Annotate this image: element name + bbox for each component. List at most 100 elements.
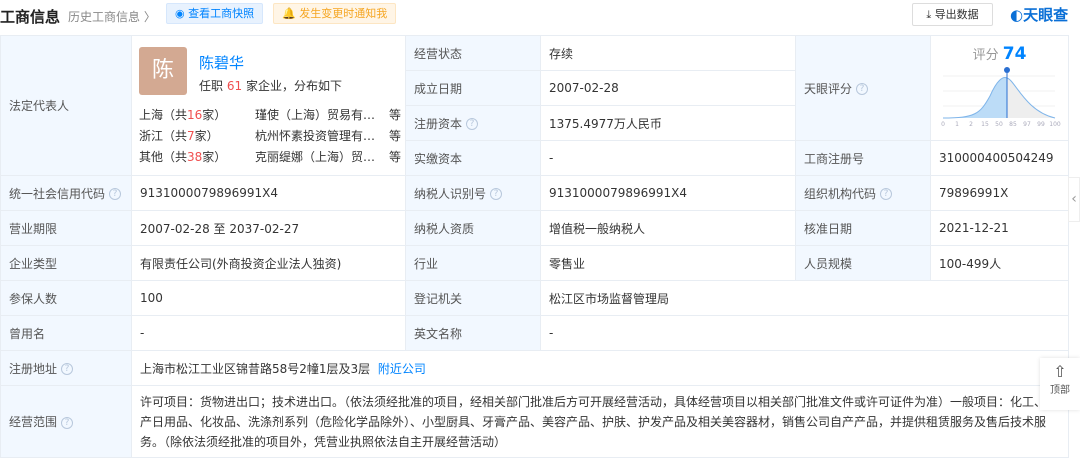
field-value: - [131,315,406,351]
field-label: 行业 [405,245,541,281]
back-to-top-label: 顶部 [1050,385,1070,396]
bell-icon: 🔔 [282,7,296,20]
field-label-text: 组织机构代码 [804,186,877,201]
help-icon[interactable]: ? [856,83,869,95]
field-value: 2007-02-28 至 2037-02-27 [131,210,406,246]
header: 工商信息 历史工商信息 〉 ◉ 查看工商快照 🔔 发生变更时通知我 ⤓ 导出数据… [0,0,1080,35]
field-label-text: 纳税人识别号 [414,186,487,201]
score-cell: 评分 74 0 1 2 15 50 85 97 99 100 [930,35,1069,141]
field-label: 英文名称 [405,315,541,351]
field-value: 79896991X [930,175,1069,211]
score-label-text: 天眼评分 [804,81,853,96]
field-label: 注册资本? [405,105,541,141]
score-tick-label: 97 [1023,121,1031,128]
snapshot-button[interactable]: ◉ 查看工商快照 [166,3,264,24]
help-icon[interactable]: ? [490,188,503,200]
rocket-icon: ⇧ [1053,362,1067,381]
export-label: 导出数据 [934,8,979,21]
score-value: 74 [1002,44,1027,64]
score-title: 评分 [972,48,999,63]
field-label: 统一社会信用代码? [0,175,132,211]
field-value: 松江区市场监督管理局 [540,280,1069,316]
field-label-text: 登记机关 [414,291,463,306]
field-label: 企业类型 [0,245,132,281]
export-button[interactable]: ⤓ 导出数据 [912,3,993,26]
nearby-companies-link[interactable]: 附近公司 [378,362,426,376]
region-row[interactable]: 其他（共38家） 克丽缇娜（上海）贸… 等 [139,148,409,165]
legal-rep-label: 法定代表人 [0,35,132,176]
field-value: - [540,315,1069,351]
score-distribution-chart: 0 1 2 15 50 85 97 99 100 [941,67,1061,128]
address-text: 上海市松江工业区锦昔路58号2幢1层及3层 [140,361,371,376]
field-value: 2007-02-28 [540,70,796,106]
company-name[interactable]: 杭州怀素投资管理有… [255,127,380,144]
field-label: 参保人数 [0,280,132,316]
chevron-left-icon: ‹ [1071,191,1077,207]
field-label-text: 英文名称 [414,326,463,341]
notify-button[interactable]: 🔔 发生变更时通知我 [273,3,397,24]
score-marker-pin [1003,67,1010,73]
help-icon[interactable]: ? [466,118,479,130]
field-label-text: 统一社会信用代码 [9,186,106,201]
score-tick-label: 0 [941,121,945,128]
etc-label: 等 [389,129,402,143]
score-curve-fill [942,77,1007,118]
field-value: 零售业 [540,245,796,281]
field-label: 核准日期 [795,210,931,246]
help-icon[interactable]: ? [61,363,74,375]
collapse-tab[interactable]: ‹ [1068,177,1080,222]
scope-label: 经营范围? [0,385,132,458]
field-label-text: 营业期限 [9,221,58,236]
info-prefix: 任职 [199,79,224,93]
business-info-table: 法定代表人 经营状态 存续 天眼评分? 评分 74 0 1 2 15 50 85 97 99 1… [0,35,1069,458]
field-value: 1375.4977万人民币 [540,105,796,141]
brand-name: 天眼查 [1023,6,1069,24]
field-value: 9131000079896991X4 [131,175,406,211]
field-label: 登记机关 [405,280,541,316]
etc-label: 等 [389,150,402,164]
company-name[interactable]: 克丽缇娜（上海）贸… [255,148,380,165]
field-label-text: 企业类型 [9,256,58,271]
address-label-text: 注册地址 [9,361,58,376]
score-tick-label: 1 [955,121,959,128]
field-label-text: 人员规模 [804,256,853,271]
region-name: 浙江（共7家） [139,129,219,143]
field-label: 人员规模 [795,245,931,281]
field-label: 组织机构代码? [795,175,931,211]
field-value: - [540,140,796,176]
score-tick-label: 50 [995,121,1003,128]
download-icon: ⤓ [926,8,932,21]
region-row[interactable]: 上海（共16家） 瑾使（上海）贸易有… 等 [139,106,409,123]
score-label: 天眼评分? [795,35,931,141]
field-value: 2021-12-21 [930,210,1069,246]
field-value: 增值税一般纳税人 [540,210,796,246]
field-label-text: 核准日期 [804,221,853,236]
help-icon[interactable]: ? [61,416,74,429]
avatar[interactable]: 陈 [139,47,187,95]
camera-icon: ◉ [175,7,185,20]
history-link[interactable]: 历史工商信息 〉 [68,8,156,25]
field-value: 存续 [540,35,796,71]
scope-label-text: 经营范围 [9,415,58,429]
company-count: 61 [226,79,243,93]
score-tick-label: 100 [1049,121,1061,128]
field-value: 有限责任公司(外商投资企业法人独资) [131,245,406,281]
history-label: 历史工商信息 [68,10,141,24]
field-value: 9131000079896991X4 [540,175,796,211]
company-name[interactable]: 瑾使（上海）贸易有… [255,106,380,123]
notify-label: 发生变更时通知我 [299,7,388,20]
field-value: 100-499人 [930,245,1069,281]
field-label-text: 注册资本 [414,116,463,131]
scope-value: 许可项目：货物进出口；技术进出口。（依法须经批准的项目，经相关部门批准后方可开展… [131,385,1069,458]
etc-label: 等 [389,108,402,122]
region-row[interactable]: 浙江（共7家） 杭州怀素投资管理有… 等 [139,127,409,144]
brand-logo: ◐天眼查 [1010,4,1068,25]
help-icon[interactable]: ? [109,188,122,200]
legal-rep-name[interactable]: 陈碧华 [199,52,244,73]
back-to-top-button[interactable]: ⇧ 顶部 [1040,358,1080,410]
help-icon[interactable]: ? [880,188,893,200]
snapshot-label: 查看工商快照 [188,7,255,20]
field-label: 纳税人识别号? [405,175,541,211]
score-curve-rest [1006,78,1055,118]
region-name: 其他（共38家） [139,150,227,164]
